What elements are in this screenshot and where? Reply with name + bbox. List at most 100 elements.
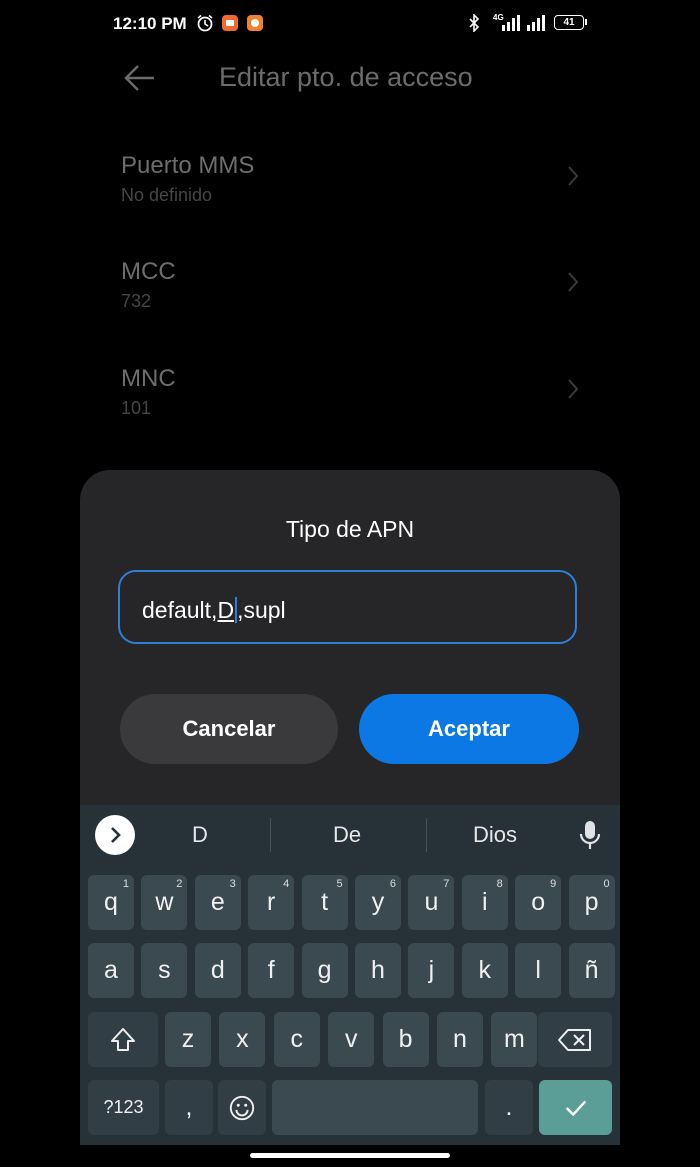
key-label: l [535,956,541,984]
apn-type-dialog: Tipo de APN default,D ,supl Cancelar Acep… [80,470,620,810]
period-key[interactable]: . [485,1080,533,1135]
letter-key[interactable]: n [437,1012,483,1067]
letter-key[interactable]: w2 [141,875,188,930]
apn-type-value: default,D ,supl [142,597,286,624]
letter-key[interactable]: j [408,943,455,998]
letter-key[interactable]: p0 [568,875,615,930]
suggestion-3[interactable]: Dios [455,822,535,848]
setting-row-mnc[interactable]: MNC 101 [120,365,590,445]
accept-button[interactable]: Aceptar [359,694,579,764]
letter-key[interactable]: ñ [568,943,615,998]
key-hint: 9 [550,878,557,890]
bluetooth-icon [469,14,480,32]
key-label: a [104,956,118,984]
microphone-icon[interactable] [577,819,603,851]
key-label: p [584,888,599,916]
app-notification-icon [222,15,238,31]
space-bar[interactable] [272,1080,478,1135]
key-label: q [104,888,118,916]
suggestion-1[interactable]: D [165,822,235,848]
key-label: ñ [584,956,599,984]
setting-value: 101 [121,398,152,418]
battery-icon: 41 [554,15,588,30]
letter-key[interactable]: e3 [194,875,241,930]
letter-key[interactable]: o9 [515,875,562,930]
apn-type-input[interactable]: default,D ,supl [118,570,577,644]
key-label: t [321,888,329,916]
key-hint: 4 [283,878,290,890]
chevron-right-icon [568,379,579,399]
key-label: m [503,1025,525,1053]
key-label: k [478,956,492,984]
dialog-title: Tipo de APN [285,516,415,542]
shift-key[interactable] [88,1012,158,1067]
letter-key[interactable]: s [141,943,188,998]
key-label: b [398,1025,413,1053]
letter-key[interactable]: t5 [301,875,348,930]
letter-key[interactable]: i8 [461,875,508,930]
letter-key[interactable]: c [273,1012,320,1067]
status-bar: 12:10 PM 4G 41 [0,0,700,48]
composing-text: D [217,597,235,623]
letter-key[interactable]: u7 [408,875,455,930]
key-hint: 6 [389,878,396,890]
key-label: w [155,888,174,916]
letter-key[interactable]: b [382,1012,429,1067]
key-label: e [210,888,225,916]
comma-key[interactable]: , [165,1080,213,1135]
setting-label: MNC [121,365,176,392]
setting-row-mms-port[interactable]: Puerto MMS No definido [120,152,590,232]
letter-key[interactable]: y6 [355,875,401,930]
letter-key[interactable]: q1 [88,875,134,930]
key-label: j [428,956,435,984]
backspace-key[interactable] [538,1012,612,1067]
key-hint: 2 [176,878,183,890]
gesture-navigation-bar[interactable] [250,1153,450,1158]
setting-row-mcc[interactable]: MCC 732 [120,258,590,338]
suggestion-2[interactable]: De [312,822,382,848]
key-label: d [210,956,225,984]
alarm-icon [197,14,213,32]
expand-toolbar-button[interactable] [95,815,135,855]
back-arrow-icon[interactable] [120,60,160,96]
key-hint: 0 [603,878,610,890]
letter-key[interactable]: g [301,943,348,998]
key-label: h [371,956,385,984]
emoji-key[interactable] [218,1080,266,1135]
symbols-key[interactable]: ?123 [88,1080,159,1135]
key-hint: 3 [229,878,236,890]
letter-key[interactable]: v [328,1012,375,1067]
key-hint: 5 [336,878,343,890]
battery-level: 41 [554,15,584,30]
key-hint: 8 [496,878,503,890]
letter-key[interactable]: f [248,943,295,998]
letter-key[interactable]: l [515,943,562,998]
text-before-cursor: default, [142,597,218,623]
letter-key[interactable]: h [355,943,401,998]
chevron-right-icon [111,827,121,843]
key-label: g [317,956,332,984]
signal-4g-icon [502,15,520,31]
key-label: y [371,888,385,916]
letter-key[interactable]: r4 [248,875,295,930]
key-label: o [531,888,546,916]
setting-label: Puerto MMS [121,152,255,179]
status-time: 12:10 PM [113,14,187,33]
letter-key[interactable]: x [219,1012,266,1067]
cancel-button[interactable]: Cancelar [120,694,338,764]
letter-key[interactable]: d [194,943,241,998]
key-label: c [290,1025,304,1053]
key-hint: 7 [443,878,450,890]
done-key[interactable] [539,1080,612,1135]
backspace-icon [558,1028,591,1051]
page-title: Editar pto. de acceso [219,62,473,92]
key-label: i [482,888,488,916]
letter-key[interactable]: z [165,1012,211,1067]
letter-key[interactable]: k [461,943,508,998]
key-label: v [344,1025,358,1053]
key-label: f [267,956,275,984]
setting-label: MCC [121,258,176,285]
letter-key[interactable]: a [88,943,134,998]
letter-key[interactable]: m [491,1012,538,1067]
key-label: z [181,1025,195,1053]
